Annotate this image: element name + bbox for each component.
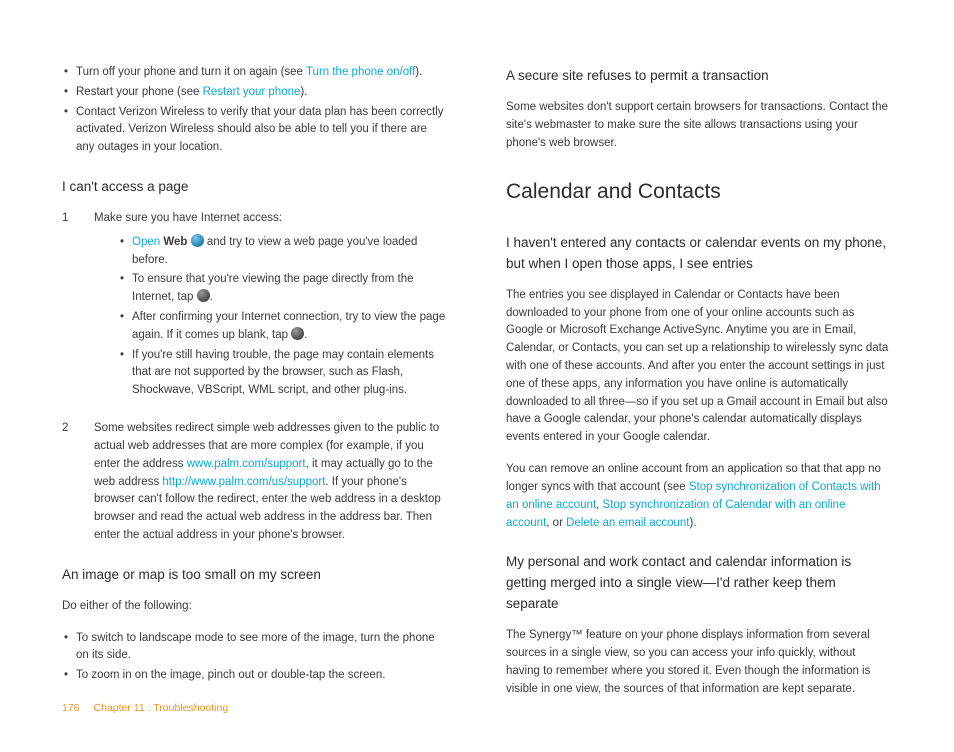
list-item: Contact Verizon Wireless to verify that … [62, 104, 448, 157]
text: . [304, 329, 307, 341]
text: Turn off your phone and turn it on again… [76, 66, 306, 78]
top-bullet-list: Turn off your phone and turn it on again… [62, 64, 448, 157]
heading-secure-site: A secure site refuses to permit a transa… [506, 66, 892, 87]
list-item: To switch to landscape mode to see more … [62, 630, 448, 666]
left-column: Turn off your phone and turn it on again… [62, 60, 448, 712]
text: To ensure that you're viewing the page d… [132, 273, 414, 303]
text: After confirming your Internet connectio… [132, 311, 445, 341]
text: , or [546, 517, 566, 529]
text: To zoom in on the image, pinch out or do… [76, 669, 385, 681]
text: Contact Verizon Wireless to verify that … [76, 106, 444, 154]
list-item: Restart your phone (see Restart your pho… [62, 84, 448, 102]
step1-bullets: Open Web and try to view a web page you'… [118, 234, 448, 400]
right-column: A secure site refuses to permit a transa… [506, 60, 892, 712]
text: ). [415, 66, 422, 78]
text: Make sure you have Internet access: [94, 212, 282, 224]
do-either-text: Do either of the following: [62, 598, 448, 616]
remove-account-text: You can remove an online account from an… [506, 461, 892, 532]
link-palm-us-support[interactable]: http://www.palm.com/us/support [162, 476, 325, 488]
step-number: 2 [62, 420, 94, 545]
list-item: To zoom in on the image, pinch out or do… [62, 667, 448, 685]
page-content: Turn off your phone and turn it on again… [0, 0, 954, 752]
link-palm-support[interactable]: www.palm.com/support [187, 458, 306, 470]
list-item: Open Web and try to view a web page you'… [118, 234, 448, 270]
chapter-label: Chapter 11 : Troubleshooting [94, 702, 229, 714]
text: To switch to landscape mode to see more … [76, 632, 435, 662]
list-item: If you're still having trouble, the page… [118, 347, 448, 400]
heading-image-small: An image or map is too small on my scree… [62, 565, 448, 586]
list-item: After confirming your Internet connectio… [118, 309, 448, 345]
web-globe-icon [191, 234, 204, 247]
list-item: To ensure that you're viewing the page d… [118, 271, 448, 307]
entries-text: The entries you see displayed in Calenda… [506, 287, 892, 447]
secure-site-text: Some websites don't support certain brow… [506, 99, 892, 152]
page-footer: 176 Chapter 11 : Troubleshooting [62, 700, 228, 716]
step-number: 1 [62, 210, 94, 410]
text: Restart your phone (see [76, 86, 203, 98]
link-restart-phone[interactable]: Restart your phone [203, 86, 301, 98]
heading-calendar-contacts: Calendar and Contacts [506, 176, 892, 209]
heading-entries: I haven't entered any contacts or calend… [506, 233, 892, 275]
page-number: 176 [62, 702, 80, 714]
step-2: 2 Some websites redirect simple web addr… [62, 420, 448, 545]
synergy-text: The Synergy™ feature on your phone displ… [506, 627, 892, 698]
web-label: Web [163, 236, 187, 248]
text: ). [689, 517, 696, 529]
step-1: 1 Make sure you have Internet access: Op… [62, 210, 448, 410]
text: . [210, 291, 213, 303]
reload-icon [291, 327, 304, 340]
heading-merged: My personal and work contact and calenda… [506, 552, 892, 615]
reload-icon [197, 289, 210, 302]
text: If you're still having trouble, the page… [132, 349, 434, 397]
link-turn-phone[interactable]: Turn the phone on/off [306, 66, 415, 78]
image-bullets: To switch to landscape mode to see more … [62, 630, 448, 685]
heading-cant-access: I can't access a page [62, 177, 448, 198]
link-open[interactable]: Open [132, 236, 160, 248]
link-delete-email[interactable]: Delete an email account [566, 517, 689, 529]
list-item: Turn off your phone and turn it on again… [62, 64, 448, 82]
text: ). [300, 86, 307, 98]
